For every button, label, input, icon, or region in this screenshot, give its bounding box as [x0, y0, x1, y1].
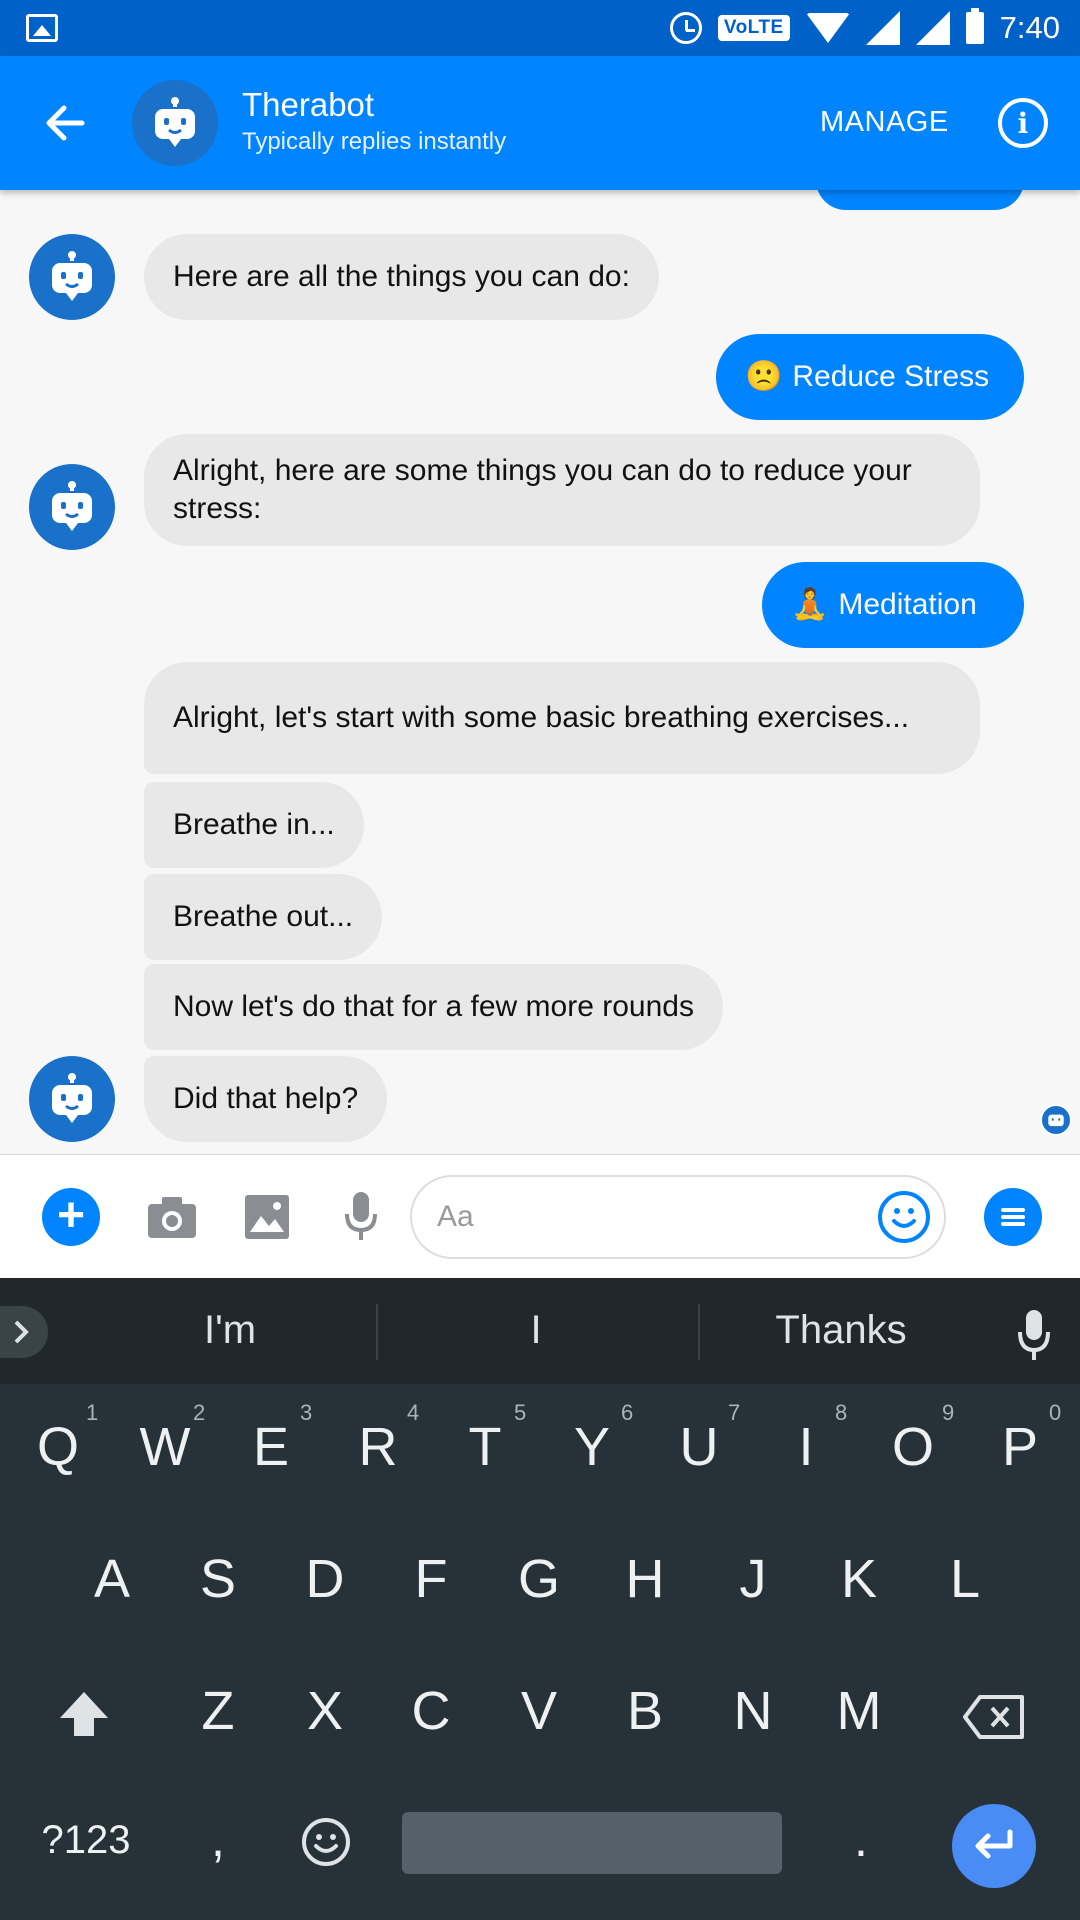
key-hint-8: 8 — [835, 1400, 848, 1425]
key-h[interactable]: H — [600, 1548, 690, 1610]
suggestion-2[interactable]: I — [436, 1308, 636, 1353]
message-input-placeholder: Aa — [437, 1200, 474, 1233]
bot-avatar — [29, 464, 115, 550]
spacebar[interactable] — [402, 1812, 782, 1874]
key-hint-2: 2 — [193, 1400, 206, 1425]
back-arrow-icon[interactable] — [44, 102, 86, 144]
more-actions-button[interactable]: + — [42, 1188, 100, 1246]
message-text: Reduce Stress — [792, 360, 990, 393]
enter-key[interactable] — [952, 1804, 1036, 1888]
gallery-notification-icon — [26, 14, 58, 42]
key-c[interactable]: C — [386, 1680, 476, 1742]
suggestion-divider — [376, 1304, 378, 1360]
meditation-emoji: 🧘 — [791, 588, 829, 621]
key-j[interactable]: J — [708, 1548, 798, 1610]
alarm-icon — [669, 12, 702, 44]
key-hint-3: 3 — [300, 1400, 313, 1425]
incoming-message: Alright, let's start with some basic bre… — [144, 662, 980, 774]
gallery-icon[interactable] — [244, 1194, 290, 1240]
message-input[interactable] — [410, 1175, 946, 1259]
robot-icon — [155, 97, 195, 147]
key-n[interactable]: N — [708, 1680, 798, 1742]
key-hint-5: 5 — [514, 1400, 527, 1425]
incoming-message: Alright, here are some things you can do… — [144, 434, 980, 546]
robot-icon — [52, 1073, 92, 1123]
microphone-icon[interactable] — [344, 1190, 378, 1242]
camera-icon[interactable] — [146, 1194, 198, 1240]
suggestion-1[interactable]: I'm — [130, 1308, 330, 1353]
smiley-icon — [892, 1208, 916, 1228]
key-s[interactable]: S — [173, 1548, 263, 1610]
clock: 7:40 — [999, 10, 1060, 45]
key-k[interactable]: K — [814, 1548, 904, 1610]
key-hint-0: 0 — [1049, 1400, 1062, 1425]
outgoing-message: 🙁 Reduce Stress — [716, 334, 1024, 420]
key-b[interactable]: B — [600, 1680, 690, 1742]
chat-subtitle: Typically replies instantly — [242, 128, 507, 155]
key-d[interactable]: D — [280, 1548, 370, 1610]
app-header: Therabot Typically replies instantly MAN… — [0, 56, 1080, 190]
key-m[interactable]: M — [814, 1680, 904, 1742]
incoming-message: Did that help? — [144, 1056, 388, 1142]
incoming-message: Now let's do that for a few more rounds — [144, 964, 723, 1050]
bot-avatar[interactable] — [132, 80, 218, 166]
outgoing-message: 🧘 Meditation — [762, 562, 1024, 648]
key-hint-9: 9 — [942, 1400, 955, 1425]
key-comma[interactable]: , — [173, 1810, 263, 1868]
key-l[interactable]: L — [920, 1548, 1010, 1610]
volte-badge: VoLTE — [717, 15, 790, 41]
voice-input-icon[interactable] — [1016, 1308, 1052, 1362]
key-g[interactable]: G — [494, 1548, 584, 1610]
info-icon[interactable]: i — [998, 98, 1048, 148]
key-period[interactable]: . — [816, 1810, 906, 1868]
battery-icon — [965, 8, 984, 44]
key-a[interactable]: A — [67, 1548, 157, 1610]
read-receipt-avatar — [1040, 1104, 1072, 1136]
outgoing-bubble-partial — [816, 190, 1024, 210]
incoming-message: Here are all the things you can do: — [144, 234, 659, 320]
bot-avatar — [29, 234, 115, 320]
enter-arrow-icon — [975, 1829, 1013, 1859]
bot-avatar — [29, 1056, 115, 1142]
menu-icon[interactable] — [984, 1188, 1042, 1246]
key-hint-4: 4 — [407, 1400, 420, 1425]
key-hint-7: 7 — [728, 1400, 741, 1425]
shift-icon[interactable] — [56, 1688, 112, 1740]
signal-icon-2 — [915, 11, 950, 45]
message-list[interactable]: Here are all the things you can do: 🙁 Re… — [0, 190, 1080, 1154]
key-hint-1: 1 — [86, 1400, 99, 1425]
message-text: Meditation — [838, 588, 977, 621]
key-hint-6: 6 — [621, 1400, 634, 1425]
suggestion-divider — [698, 1304, 700, 1360]
key-z[interactable]: Z — [173, 1680, 263, 1742]
emoji-picker-icon[interactable] — [878, 1191, 930, 1243]
expand-chevron-icon[interactable] — [0, 1306, 48, 1358]
key-x[interactable]: X — [280, 1680, 370, 1742]
robot-icon — [1048, 1114, 1064, 1127]
emoji-key-icon[interactable] — [300, 1816, 352, 1868]
robot-icon — [52, 251, 92, 301]
key-f[interactable]: F — [386, 1548, 476, 1610]
status-bar: VoLTE 7:40 — [0, 0, 1080, 56]
signal-icon — [865, 11, 900, 45]
incoming-message: Breathe in... — [144, 782, 364, 868]
key-v[interactable]: V — [494, 1680, 584, 1742]
hamburger-icon — [1001, 1208, 1025, 1226]
suggestion-3[interactable]: Thanks — [741, 1308, 941, 1353]
manage-button[interactable]: MANAGE — [820, 106, 949, 139]
symbols-key[interactable]: ?123 — [26, 1818, 146, 1863]
chat-title: Therabot — [242, 86, 375, 123]
backspace-icon[interactable] — [962, 1694, 1026, 1740]
robot-icon — [52, 481, 92, 531]
incoming-message: Breathe out... — [144, 874, 383, 960]
wifi-icon — [805, 13, 850, 43]
worried-face-emoji: 🙁 — [745, 360, 783, 393]
